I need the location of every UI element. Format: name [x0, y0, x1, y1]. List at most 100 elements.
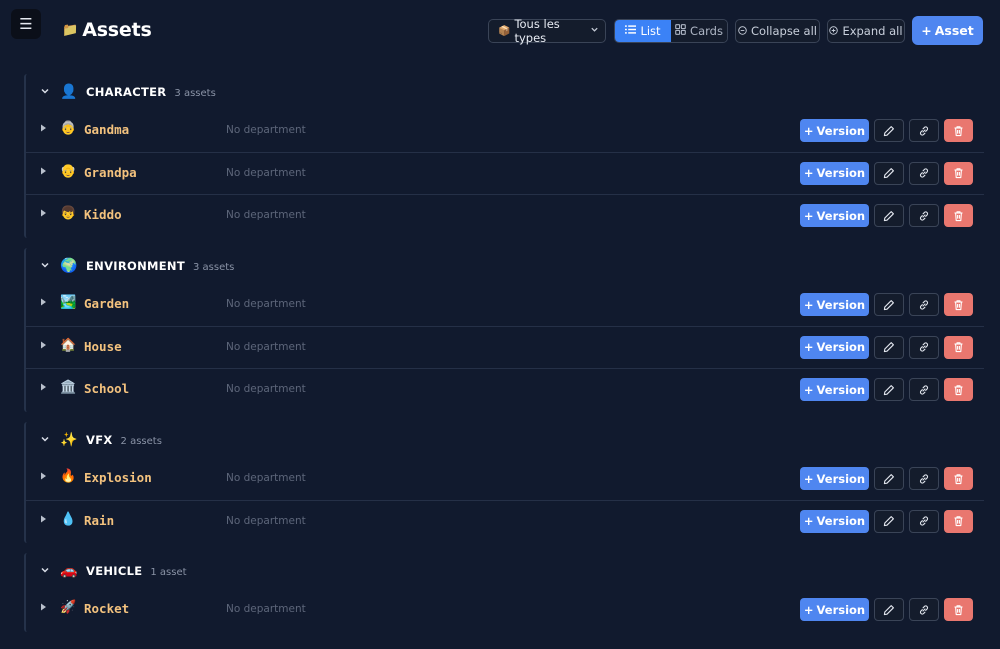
- link-button[interactable]: [909, 509, 939, 533]
- group-count: 2 assets: [120, 436, 162, 447]
- asset-name[interactable]: Kiddo: [84, 207, 122, 222]
- asset-row[interactable]: 👴 Grandpa No department + Version: [26, 153, 984, 195]
- expand-caret-icon[interactable]: [40, 167, 47, 177]
- expand-caret-icon[interactable]: [40, 209, 47, 219]
- asset-name[interactable]: Grandpa: [84, 165, 137, 180]
- group-header[interactable]: ✨ VFX 2 assets: [26, 422, 984, 458]
- expand-caret-icon[interactable]: [40, 341, 47, 351]
- chevron-down-icon[interactable]: [40, 434, 50, 447]
- link-icon: [918, 299, 930, 311]
- add-version-button[interactable]: + Version: [800, 161, 869, 185]
- menu-toggle-button[interactable]: ☰: [11, 9, 41, 39]
- pencil-icon: [883, 473, 895, 485]
- edit-button[interactable]: [874, 119, 904, 142]
- edit-button[interactable]: [874, 335, 904, 359]
- add-asset-button[interactable]: + Asset: [912, 16, 983, 45]
- edit-button[interactable]: [874, 204, 904, 227]
- asset-name[interactable]: House: [84, 339, 122, 354]
- add-version-label: Version: [816, 382, 866, 397]
- asset-name[interactable]: Gandma: [84, 122, 129, 137]
- edit-button[interactable]: [874, 293, 904, 316]
- delete-button[interactable]: [944, 509, 973, 533]
- expand-all-button[interactable]: Expand all: [827, 19, 905, 43]
- group-header[interactable]: 🌍 ENVIRONMENT 3 assets: [26, 248, 984, 284]
- collapse-all-button[interactable]: Collapse all: [735, 19, 820, 43]
- group-type-icon: 🌍: [60, 258, 78, 274]
- link-button[interactable]: [909, 161, 939, 185]
- view-toggle: List Cards: [614, 19, 728, 43]
- pencil-icon: [883, 384, 895, 396]
- add-version-button[interactable]: + Version: [800, 598, 869, 621]
- add-version-button[interactable]: + Version: [800, 335, 869, 359]
- add-version-button[interactable]: + Version: [800, 293, 869, 316]
- expand-caret-icon[interactable]: [40, 472, 47, 482]
- delete-button[interactable]: [944, 161, 973, 185]
- asset-name[interactable]: Garden: [84, 296, 129, 311]
- asset-row[interactable]: 🏛️ School No department + Version: [26, 369, 984, 412]
- list-view-button[interactable]: List: [615, 20, 671, 42]
- add-version-button[interactable]: + Version: [800, 467, 869, 490]
- chevron-down-icon[interactable]: [40, 86, 50, 99]
- group-header[interactable]: 🚗 VEHICLE 1 asset: [26, 553, 984, 589]
- delete-button[interactable]: [944, 293, 973, 316]
- asset-group-character: 👤 CHARACTER 3 assets 👵 Gandma No department + V…: [24, 74, 984, 238]
- asset-row[interactable]: 🔥 Explosion No department + Version: [26, 458, 984, 501]
- asset-name[interactable]: Rain: [84, 513, 114, 528]
- add-version-label: Version: [816, 297, 866, 312]
- edit-button[interactable]: [874, 378, 904, 401]
- delete-button[interactable]: [944, 467, 973, 490]
- expand-caret-icon[interactable]: [40, 603, 47, 613]
- add-version-label: Version: [816, 123, 866, 138]
- asset-icon: 👴: [60, 163, 77, 179]
- asset-name[interactable]: Rocket: [84, 601, 129, 616]
- trash-icon: [953, 341, 964, 353]
- delete-button[interactable]: [944, 598, 973, 621]
- edit-button[interactable]: [874, 598, 904, 621]
- add-version-button[interactable]: + Version: [800, 119, 869, 142]
- asset-department: No department: [226, 340, 306, 353]
- asset-row[interactable]: 🚀 Rocket No department + Version: [26, 589, 984, 632]
- link-button[interactable]: [909, 467, 939, 490]
- collapse-all-label: Collapse all: [751, 24, 817, 38]
- link-button[interactable]: [909, 204, 939, 227]
- link-button[interactable]: [909, 598, 939, 621]
- group-name: VFX: [86, 433, 113, 447]
- add-version-button[interactable]: + Version: [800, 509, 869, 533]
- asset-row[interactable]: 👵 Gandma No department + Version: [26, 110, 984, 153]
- chevron-down-icon[interactable]: [40, 260, 50, 273]
- delete-button[interactable]: [944, 378, 973, 401]
- expand-caret-icon[interactable]: [40, 298, 47, 308]
- cards-view-button[interactable]: Cards: [671, 20, 727, 42]
- asset-row[interactable]: 💧 Rain No department + Version: [26, 501, 984, 544]
- edit-button[interactable]: [874, 161, 904, 185]
- folder-icon: 📁: [62, 22, 79, 38]
- add-version-button[interactable]: + Version: [800, 378, 869, 401]
- expand-caret-icon[interactable]: [40, 124, 47, 134]
- trash-icon: [953, 299, 964, 311]
- type-filter-select[interactable]: 📦 Tous les types: [488, 17, 606, 45]
- link-icon: [918, 210, 930, 222]
- asset-name[interactable]: Explosion: [84, 470, 152, 485]
- link-button[interactable]: [909, 378, 939, 401]
- link-button[interactable]: [909, 335, 939, 359]
- asset-name[interactable]: School: [84, 381, 129, 396]
- group-header[interactable]: 👤 CHARACTER 3 assets: [26, 74, 984, 110]
- link-button[interactable]: [909, 119, 939, 142]
- add-version-button[interactable]: + Version: [800, 204, 869, 227]
- edit-button[interactable]: [874, 509, 904, 533]
- plus-icon: +: [803, 602, 814, 617]
- chevron-down-icon[interactable]: [40, 565, 50, 578]
- expand-caret-icon[interactable]: [40, 515, 47, 525]
- delete-button[interactable]: [944, 119, 973, 142]
- asset-row[interactable]: 👦 Kiddo No department + Version: [26, 195, 984, 238]
- pencil-icon: [883, 210, 895, 222]
- link-button[interactable]: [909, 293, 939, 316]
- asset-department: No department: [226, 209, 306, 221]
- edit-button[interactable]: [874, 467, 904, 490]
- asset-row[interactable]: 🏞️ Garden No department + Version: [26, 284, 984, 327]
- asset-department: No department: [226, 124, 306, 136]
- asset-row[interactable]: 🏠 House No department + Version: [26, 327, 984, 369]
- delete-button[interactable]: [944, 204, 973, 227]
- expand-caret-icon[interactable]: [40, 383, 47, 393]
- delete-button[interactable]: [944, 335, 973, 359]
